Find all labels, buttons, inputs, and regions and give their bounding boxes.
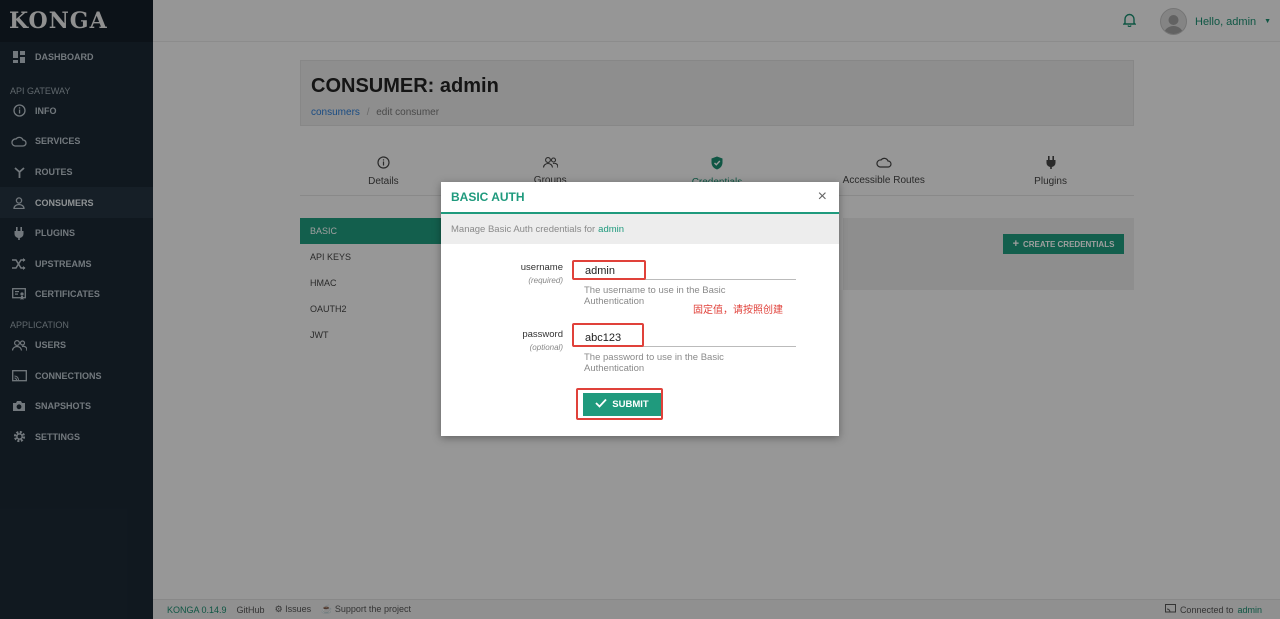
password-highlight [572,323,644,347]
password-optional-hint: (optional) [529,343,563,352]
modal-title: BASIC AUTH [451,190,525,204]
modal-header: BASIC AUTH [441,182,839,214]
password-help: The password to use in the Basic Authent… [584,352,724,374]
username-highlight [572,260,646,280]
modal-subtitle: Manage Basic Auth credentials for admin [441,214,839,244]
modal-subtitle-text: Manage Basic Auth credentials for [451,223,596,235]
modal-subtitle-user: admin [598,223,625,235]
password-label: password [522,329,563,340]
username-required-hint: (required) [528,276,563,285]
close-icon[interactable]: × [818,188,827,206]
basic-auth-modal: BASIC AUTH × Manage Basic Auth credentia… [441,182,839,436]
annotation-note: 固定值，请按照创建 [693,305,783,316]
submit-highlight [576,388,663,420]
username-label: username [520,262,563,273]
